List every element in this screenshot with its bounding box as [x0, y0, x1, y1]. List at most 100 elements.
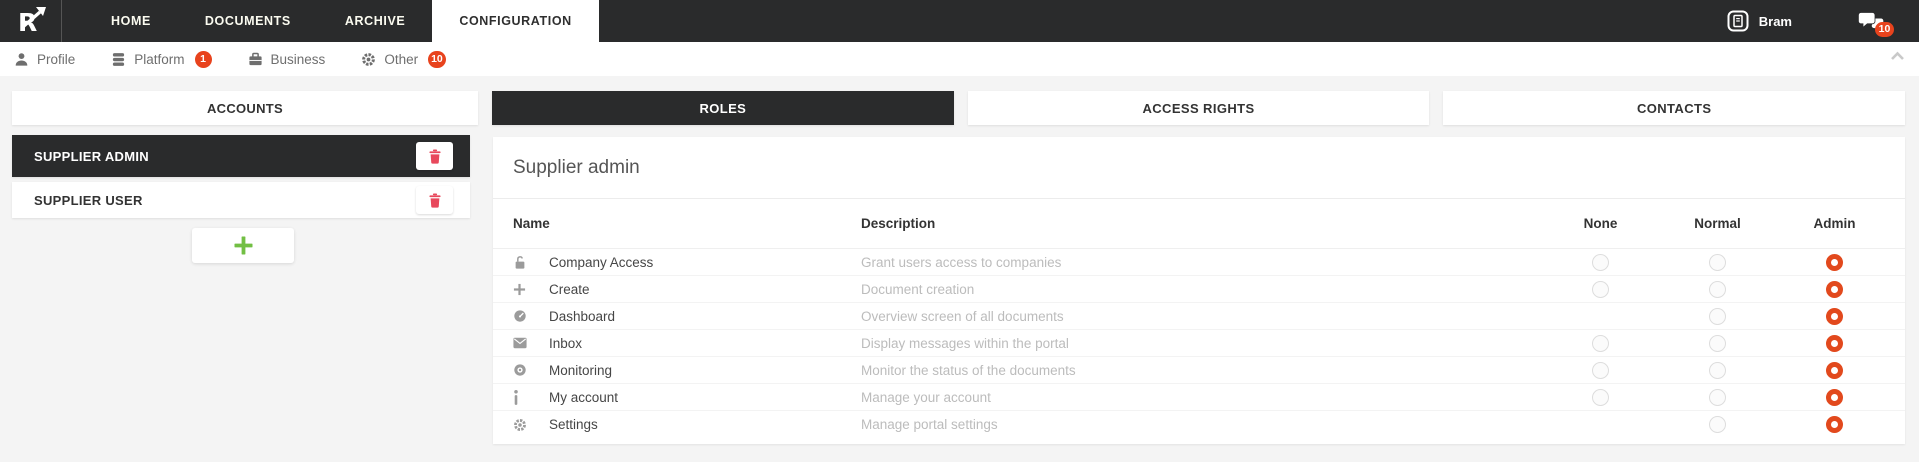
radio-normal[interactable] [1709, 308, 1726, 325]
radio-none[interactable] [1592, 389, 1609, 406]
subnav-label-profile: Profile [37, 52, 75, 67]
column-header-description: Description [861, 216, 1542, 231]
info-icon [513, 390, 549, 405]
permission-name: Settings [549, 417, 861, 432]
subnav-label-other: Other [384, 52, 418, 67]
nav-tab-home[interactable]: HOME [84, 0, 178, 42]
tab-access-rights[interactable]: ACCESS RIGHTS [968, 91, 1430, 125]
tab-roles[interactable]: ROLES [492, 91, 954, 125]
envelope-icon [513, 337, 549, 349]
accounts-title: ACCOUNTS [207, 101, 283, 116]
account-label: SUPPLIER USER [34, 193, 143, 208]
radio-admin[interactable] [1826, 362, 1843, 379]
radio-admin[interactable] [1826, 416, 1843, 433]
user-icon [14, 52, 29, 67]
radio-admin[interactable] [1826, 281, 1843, 298]
permission-row-company-access: Company Access Grant users access to com… [493, 249, 1905, 276]
radio-normal[interactable] [1709, 362, 1726, 379]
radio-normal[interactable] [1709, 416, 1726, 433]
nav-tab-archive[interactable]: ARCHIVE [318, 0, 432, 42]
permission-description: Manage your account [861, 390, 1542, 405]
app-logo[interactable]: R [0, 0, 62, 42]
accounts-panel-header: ACCOUNTS [12, 91, 478, 125]
permission-row-settings: Settings Manage portal settings [493, 411, 1905, 438]
unlock-icon [513, 255, 549, 270]
radio-admin[interactable] [1826, 335, 1843, 352]
radio-normal[interactable] [1709, 254, 1726, 271]
plus-icon [513, 283, 549, 296]
radio-none[interactable] [1592, 362, 1609, 379]
permission-description: Document creation [861, 282, 1542, 297]
subnav-item-business[interactable]: Business [248, 52, 326, 67]
permission-description: Grant users access to companies [861, 255, 1542, 270]
permission-row-dashboard: Dashboard Overview screen of all documen… [493, 303, 1905, 330]
permission-description: Display messages within the portal [861, 336, 1542, 351]
delete-account-button[interactable] [416, 142, 453, 170]
subnav-item-profile[interactable]: Profile [14, 52, 75, 67]
radio-normal[interactable] [1709, 389, 1726, 406]
trash-icon [428, 193, 442, 208]
accounts-list: SUPPLIER ADMIN SUPPLIER USER [12, 135, 470, 223]
briefcase-icon [248, 52, 263, 67]
permission-name: Dashboard [549, 309, 861, 324]
role-title: Supplier admin [493, 137, 1905, 199]
role-tabs: ROLES ACCESS RIGHTS CONTACTS [492, 91, 1905, 125]
permission-row-my-account: My account Manage your account [493, 384, 1905, 411]
chevron-up-icon [1890, 51, 1905, 61]
subnav-item-platform[interactable]: Platform 1 [111, 51, 211, 68]
account-row-supplier-admin[interactable]: SUPPLIER ADMIN [12, 135, 470, 177]
permission-name: Monitoring [549, 363, 861, 378]
user-name: Bram [1759, 14, 1792, 29]
column-header-normal: Normal [1659, 216, 1776, 231]
permission-description: Manage portal settings [861, 417, 1542, 432]
account-row-supplier-user[interactable]: SUPPLIER USER [12, 182, 470, 218]
permission-name: Company Access [549, 255, 861, 270]
gear-icon [361, 52, 376, 67]
config-subnav: Profile Platform 1 Business Other 10 [0, 42, 1919, 76]
permission-name: My account [549, 390, 861, 405]
permission-row-create: Create Document creation [493, 276, 1905, 303]
radio-normal[interactable] [1709, 281, 1726, 298]
delete-account-button[interactable] [416, 186, 453, 214]
permission-description: Overview screen of all documents [861, 309, 1542, 324]
platform-stack-icon [111, 52, 126, 67]
platform-badge: 1 [195, 51, 212, 68]
plus-icon [233, 235, 254, 256]
radio-admin[interactable] [1826, 389, 1843, 406]
radio-normal[interactable] [1709, 335, 1726, 352]
tab-contacts[interactable]: CONTACTS [1443, 91, 1905, 125]
permission-name: Inbox [549, 336, 861, 351]
radio-none[interactable] [1592, 254, 1609, 271]
eye-icon [513, 363, 549, 377]
user-menu[interactable]: Bram [1727, 10, 1792, 32]
nav-tab-configuration[interactable]: CONFIGURATION [432, 0, 598, 42]
gear-icon [513, 418, 549, 432]
document-icon [1727, 10, 1749, 32]
messages-button[interactable]: 10 [1858, 12, 1885, 33]
collapse-subnav-button[interactable] [1890, 51, 1905, 61]
logo-icon: R [15, 6, 47, 36]
permissions-table-header: Name Description None Normal Admin [493, 199, 1905, 249]
column-header-none: None [1542, 216, 1659, 231]
permission-description: Monitor the status of the documents [861, 363, 1542, 378]
add-account-button[interactable] [192, 228, 294, 263]
subnav-label-business: Business [271, 52, 326, 67]
permission-row-inbox: Inbox Display messages within the portal [493, 330, 1905, 357]
radio-none[interactable] [1592, 335, 1609, 352]
radio-admin[interactable] [1826, 308, 1843, 325]
other-badge: 10 [428, 51, 446, 68]
navbar-right: Bram 10 [1727, 0, 1919, 42]
dashboard-icon [513, 309, 549, 323]
main-nav-tabs: HOME DOCUMENTS ARCHIVE CONFIGURATION [84, 0, 599, 42]
subnav-label-platform: Platform [134, 52, 184, 67]
subnav-item-other[interactable]: Other 10 [361, 51, 445, 68]
radio-admin[interactable] [1826, 254, 1843, 271]
role-detail-card: Supplier admin Name Description None Nor… [493, 137, 1905, 444]
top-navbar: R HOME DOCUMENTS ARCHIVE CONFIGURATION B… [0, 0, 1919, 42]
radio-none[interactable] [1592, 281, 1609, 298]
trash-icon [428, 149, 442, 164]
column-header-admin: Admin [1776, 216, 1893, 231]
column-header-name: Name [513, 216, 861, 231]
account-label: SUPPLIER ADMIN [34, 149, 149, 164]
nav-tab-documents[interactable]: DOCUMENTS [178, 0, 318, 42]
